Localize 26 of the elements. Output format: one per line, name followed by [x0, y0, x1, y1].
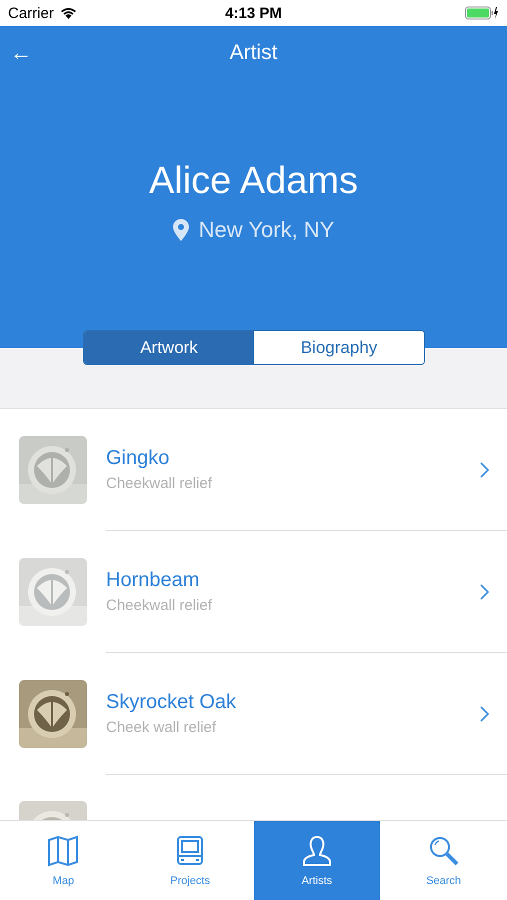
map-icon	[47, 834, 80, 866]
location-pin-icon	[172, 219, 189, 241]
back-button[interactable]: ←	[0, 42, 42, 64]
artwork-title: Gingko	[106, 447, 170, 470]
carrier-label: Carrier	[8, 4, 54, 22]
battery-icon	[465, 6, 499, 20]
segment-tab[interactable]: Artwork	[84, 331, 254, 364]
artwork-subtitle: Cheekwall relief	[106, 597, 213, 614]
artwork-title: Skyrocket Oak	[106, 691, 238, 714]
nav-title: Artist	[230, 41, 278, 64]
artwork-row[interactable]: Hornbeam Cheekwall relief	[0, 531, 507, 653]
artwork-row[interactable]: Gingko Cheekwall relief	[0, 409, 507, 531]
chevron-icon	[480, 706, 489, 722]
status-time: 4:13 PM	[225, 4, 282, 22]
chevron-icon	[480, 462, 489, 478]
artwork-subtitle: Cheekwall relief	[106, 475, 213, 492]
wifi-icon	[60, 7, 77, 19]
artwork-row[interactable]: Skyrocket Oak Cheek wall relief	[0, 653, 507, 775]
search-icon	[428, 834, 460, 866]
artist-name: Alice Adams	[148, 160, 358, 203]
artist-location: New York, NY	[198, 217, 334, 243]
artwork-subtitle: Cheek wall relief	[106, 719, 218, 736]
tab-bar-item[interactable]: Artists	[254, 821, 380, 900]
person-icon	[300, 834, 333, 866]
artwork-title: Hornbeam	[106, 569, 200, 592]
chevron-icon	[480, 584, 489, 600]
